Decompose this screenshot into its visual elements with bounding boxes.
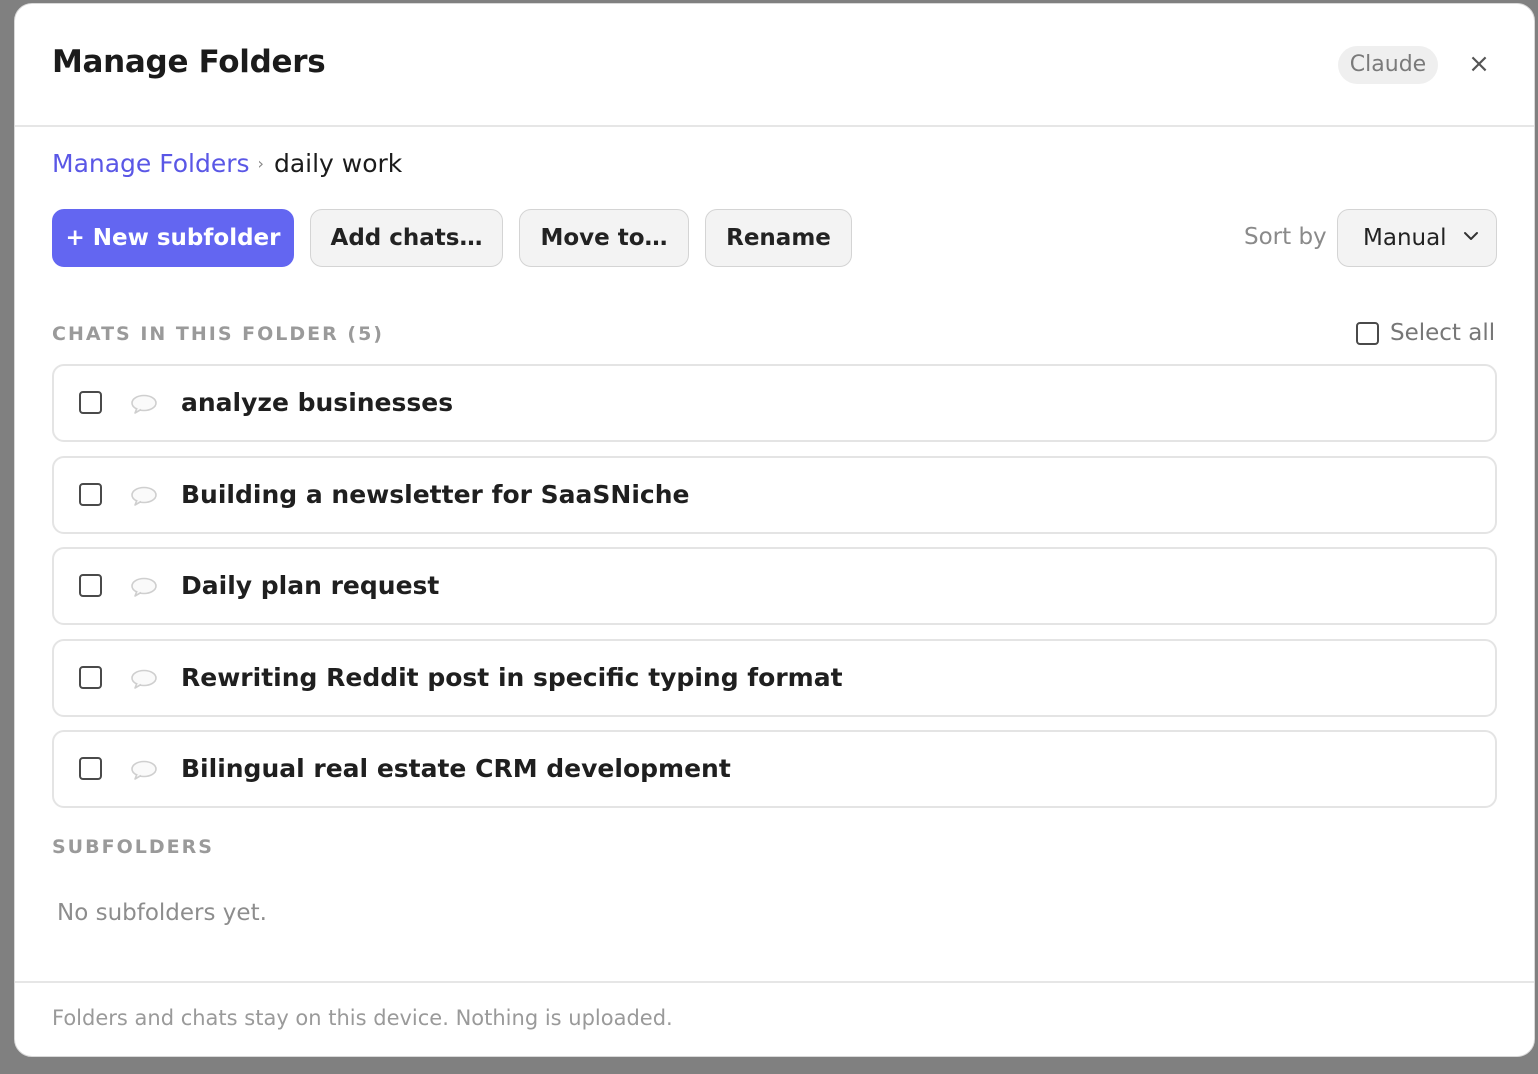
chevron-down-icon xyxy=(1464,232,1478,240)
chat-checkbox[interactable] xyxy=(79,391,102,414)
speech-bubble-icon xyxy=(131,394,157,414)
chat-list: analyze businesses Building a newsletter… xyxy=(52,364,1497,822)
speech-bubble-icon xyxy=(131,577,157,597)
app-badge: Claude xyxy=(1338,46,1438,84)
speech-bubble-icon xyxy=(131,669,157,689)
add-chats-button[interactable]: Add chats… xyxy=(310,209,503,267)
chat-title: Rewriting Reddit post in specific typing… xyxy=(181,662,843,692)
rename-button[interactable]: Rename xyxy=(705,209,852,267)
move-to-button[interactable]: Move to… xyxy=(519,209,689,267)
chat-checkbox[interactable] xyxy=(79,665,102,689)
dialog-header: Manage Folders Claude × xyxy=(15,4,1534,127)
dialog-title: Manage Folders xyxy=(52,44,326,80)
chat-checkbox[interactable] xyxy=(79,574,102,597)
chat-title: Building a newsletter for SaaSNiche xyxy=(181,479,690,509)
sort-by-label: Sort by xyxy=(1244,224,1327,250)
close-icon: × xyxy=(1468,49,1490,79)
dialog-footer: Folders and chats stay on this device. N… xyxy=(15,981,1534,1056)
select-all-control[interactable]: Select all xyxy=(1356,320,1495,350)
select-all-checkbox[interactable] xyxy=(1356,321,1379,345)
manage-folders-dialog: Manage Folders Claude × Manage Folders › d… xyxy=(14,3,1535,1057)
chat-row[interactable]: Rewriting Reddit post in specific typing… xyxy=(52,638,1497,717)
footer-note: Folders and chats stay on this device. N… xyxy=(52,1006,673,1030)
close-button[interactable]: × xyxy=(1461,46,1497,82)
speech-bubble-icon xyxy=(131,760,157,780)
chat-row[interactable]: Daily plan request xyxy=(52,547,1497,625)
chat-title: Bilingual real estate CRM development xyxy=(181,754,731,783)
chat-title: Daily plan request xyxy=(181,571,440,600)
chat-checkbox[interactable] xyxy=(79,482,102,506)
select-all-label: Select all xyxy=(1390,320,1496,346)
breadcrumb-root-link[interactable]: Manage Folders xyxy=(52,149,250,178)
new-subfolder-button[interactable]: + New subfolder xyxy=(52,209,294,267)
chat-row[interactable]: analyze businesses xyxy=(52,364,1497,442)
chats-section-label: CHATS IN THIS FOLDER (5) xyxy=(52,323,384,345)
chat-title: analyze businesses xyxy=(181,388,454,417)
breadcrumb-current: daily work xyxy=(273,149,403,178)
speech-bubble-icon xyxy=(131,486,157,506)
chat-row[interactable]: Bilingual real estate CRM development xyxy=(52,730,1497,808)
subfolders-empty-text: No subfolders yet. xyxy=(57,900,267,926)
chat-row[interactable]: Building a newsletter for SaaSNiche xyxy=(52,455,1497,534)
breadcrumb-separator: › xyxy=(257,154,264,173)
sort-select-value: Manual xyxy=(1363,225,1447,251)
chat-checkbox[interactable] xyxy=(79,757,102,780)
subfolders-section-label: SUBFOLDERS xyxy=(52,836,214,858)
sort-select[interactable]: Manual xyxy=(1337,209,1497,267)
breadcrumb: Manage Folders › daily work xyxy=(52,149,402,178)
